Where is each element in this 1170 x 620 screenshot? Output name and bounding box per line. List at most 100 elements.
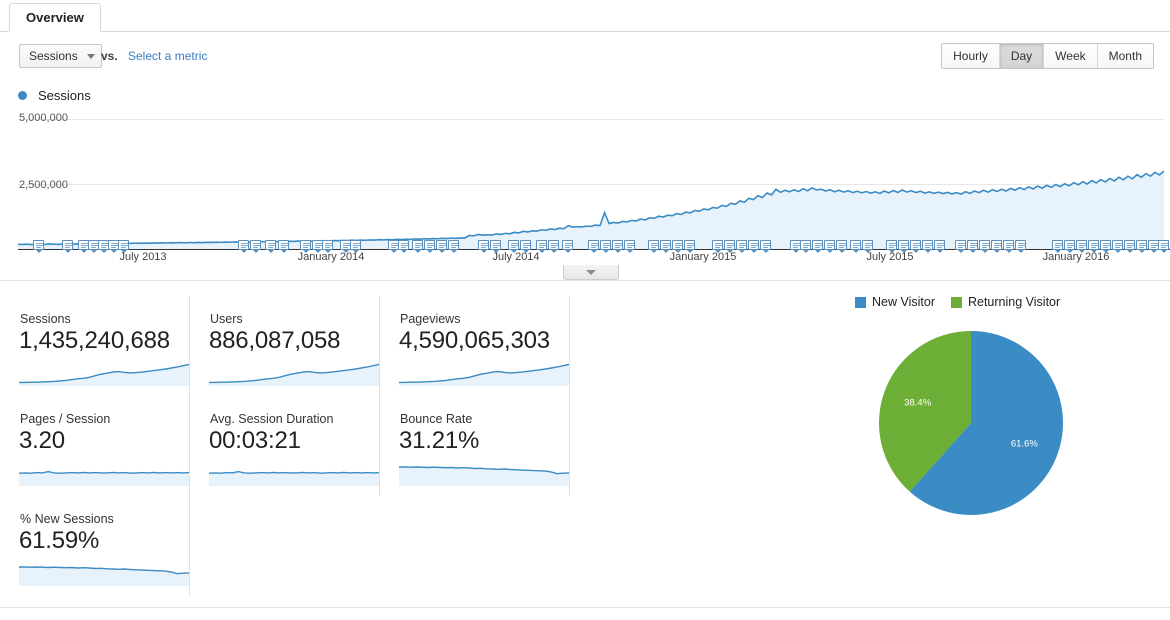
metric-card[interactable]: Avg. Session Duration 00:03:21 bbox=[190, 396, 380, 496]
chart-annotation-marker[interactable] bbox=[548, 240, 559, 253]
metric-card[interactable]: % New Sessions 61.59% bbox=[0, 496, 190, 596]
metric-cards-grid: Sessions 1,435,240,688 Users 886,087,058 Pag… bbox=[0, 296, 592, 596]
granularity-day-button[interactable]: Day bbox=[999, 44, 1045, 68]
chart-annotation-marker[interactable] bbox=[600, 240, 611, 253]
granularity-week-button[interactable]: Week bbox=[1044, 44, 1098, 68]
chart-annotation-marker[interactable] bbox=[991, 240, 1002, 253]
chart-annotation-marker[interactable] bbox=[278, 240, 289, 253]
chart-section-divider bbox=[0, 280, 1170, 281]
chart-annotation-marker[interactable] bbox=[724, 240, 735, 253]
chart-annotation-marker[interactable] bbox=[398, 240, 409, 253]
tab-strip: Overview bbox=[0, 0, 1170, 32]
chart-annotation-marker[interactable] bbox=[478, 240, 489, 253]
chart-annotation-marker[interactable] bbox=[33, 240, 44, 253]
chart-annotation-marker[interactable] bbox=[1088, 240, 1099, 253]
chart-annotation-marker[interactable] bbox=[955, 240, 966, 253]
chart-annotation-marker[interactable] bbox=[322, 240, 333, 253]
pie-legend-entry-new-visitor[interactable]: New Visitor bbox=[855, 295, 935, 309]
chart-annotation-marker[interactable] bbox=[1136, 240, 1147, 253]
chart-annotation-marker[interactable] bbox=[979, 240, 990, 253]
chart-annotation-marker[interactable] bbox=[508, 240, 519, 253]
chart-annotation-marker[interactable] bbox=[238, 240, 249, 253]
chart-annotation-marker[interactable] bbox=[118, 240, 129, 253]
select-a-metric-link[interactable]: Select a metric bbox=[128, 49, 207, 63]
chart-annotation-marker[interactable] bbox=[748, 240, 759, 253]
granularity-month-button[interactable]: Month bbox=[1097, 44, 1153, 68]
chart-annotation-marker[interactable] bbox=[520, 240, 531, 253]
chart-legend[interactable]: Sessions bbox=[18, 88, 91, 103]
legend-color-dot-icon bbox=[18, 91, 27, 100]
chart-annotation-marker[interactable] bbox=[934, 240, 945, 253]
chart-annotation-marker[interactable] bbox=[684, 240, 695, 253]
metric-card-title: Pageviews bbox=[400, 312, 461, 326]
chart-annotation-marker[interactable] bbox=[588, 240, 599, 253]
chart-annotation-marker[interactable] bbox=[490, 240, 501, 253]
chart-annotation-marker[interactable] bbox=[736, 240, 747, 253]
chart-annotation-marker[interactable] bbox=[350, 240, 361, 253]
chart-annotation-marker[interactable] bbox=[850, 240, 861, 253]
pie-legend-label-new-visitor: New Visitor bbox=[872, 295, 935, 309]
metric-card[interactable]: Bounce Rate 31.21% bbox=[380, 396, 570, 496]
metric-card[interactable]: Pageviews 4,590,065,303 bbox=[380, 296, 570, 396]
chart-annotation-marker[interactable] bbox=[660, 240, 671, 253]
pie-legend-entry-returning-visitor[interactable]: Returning Visitor bbox=[950, 295, 1060, 309]
chart-annotation-marker[interactable] bbox=[712, 240, 723, 253]
pie-legend-swatch-new-visitor bbox=[855, 296, 866, 308]
metric-select[interactable]: Sessions bbox=[19, 44, 102, 68]
chart-annotation-marker[interactable] bbox=[967, 240, 978, 253]
chart-annotation-marker[interactable] bbox=[824, 240, 835, 253]
visitor-type-pie-chart[interactable]: 61.6% 38.4% bbox=[878, 330, 1064, 521]
chart-annotation-marker[interactable] bbox=[760, 240, 771, 253]
metric-card-row: % New Sessions 61.59% bbox=[0, 496, 592, 596]
chart-annotation-marker[interactable] bbox=[300, 240, 311, 253]
chevron-down-icon bbox=[86, 53, 95, 59]
chart-annotation-marker[interactable] bbox=[862, 240, 873, 253]
metric-card[interactable]: Pages / Session 3.20 bbox=[0, 396, 190, 496]
tab-overview[interactable]: Overview bbox=[9, 3, 101, 32]
metric-card-sparkline bbox=[209, 363, 379, 386]
chart-annotation-marker[interactable] bbox=[672, 240, 683, 253]
chart-annotation-marker[interactable] bbox=[436, 240, 447, 253]
chart-annotation-marker[interactable] bbox=[62, 240, 73, 253]
analytics-overview-page: Overview Sessions vs. Select a metric Ho… bbox=[0, 0, 1170, 620]
chart-annotation-marker[interactable] bbox=[1052, 240, 1063, 253]
pie-chart-legend: New Visitor Returning Visitor bbox=[855, 295, 1076, 309]
tab-overview-label: Overview bbox=[26, 10, 84, 25]
chart-annotation-marker[interactable] bbox=[1076, 240, 1087, 253]
sessions-timeseries-chart[interactable]: 5,000,000 2,500,000 bbox=[0, 108, 1170, 253]
chart-annotation-marker[interactable] bbox=[536, 240, 547, 253]
metric-card-value: 3.20 bbox=[19, 427, 65, 454]
metric-select-value: Sessions bbox=[29, 49, 78, 63]
chart-annotation-marker[interactable] bbox=[612, 240, 623, 253]
chart-collapse-handle[interactable] bbox=[563, 265, 619, 280]
chart-annotation-marker[interactable] bbox=[886, 240, 897, 253]
chart-annotation-marker[interactable] bbox=[1064, 240, 1075, 253]
chart-annotation-marker[interactable] bbox=[424, 240, 435, 253]
chart-annotation-marker[interactable] bbox=[1158, 240, 1169, 253]
pie-slice-label: 61.6% bbox=[1011, 438, 1038, 449]
chart-annotation-marker[interactable] bbox=[1124, 240, 1135, 253]
chart-annotation-marker[interactable] bbox=[648, 240, 659, 253]
chart-annotation-marker[interactable] bbox=[910, 240, 921, 253]
chart-annotation-marker[interactable] bbox=[1015, 240, 1026, 253]
chart-annotation-marker[interactable] bbox=[412, 240, 423, 253]
x-axis-tick-label: July 2014 bbox=[492, 251, 540, 263]
granularity-hourly-button[interactable]: Hourly bbox=[942, 44, 1000, 68]
chart-annotation-marker[interactable] bbox=[448, 240, 459, 253]
metric-card-value: 31.21% bbox=[399, 427, 480, 454]
chart-annotation-marker[interactable] bbox=[922, 240, 933, 253]
chart-annotation-marker[interactable] bbox=[265, 240, 276, 253]
metric-card-value: 61.59% bbox=[19, 527, 100, 554]
metric-card[interactable]: Sessions 1,435,240,688 bbox=[0, 296, 190, 396]
chart-annotation-marker[interactable] bbox=[836, 240, 847, 253]
chart-annotation-marker[interactable] bbox=[1100, 240, 1111, 253]
chart-annotation-marker[interactable] bbox=[562, 240, 573, 253]
chart-annotation-marker[interactable] bbox=[624, 240, 635, 253]
chart-annotation-marker[interactable] bbox=[250, 240, 261, 253]
chart-annotation-marker[interactable] bbox=[1003, 240, 1014, 253]
chart-annotation-marker[interactable] bbox=[898, 240, 909, 253]
metric-card[interactable]: Users 886,087,058 bbox=[190, 296, 380, 396]
chart-annotation-marker[interactable] bbox=[812, 240, 823, 253]
chart-annotation-marker[interactable] bbox=[800, 240, 811, 253]
chart-annotation-marker[interactable] bbox=[1112, 240, 1123, 253]
